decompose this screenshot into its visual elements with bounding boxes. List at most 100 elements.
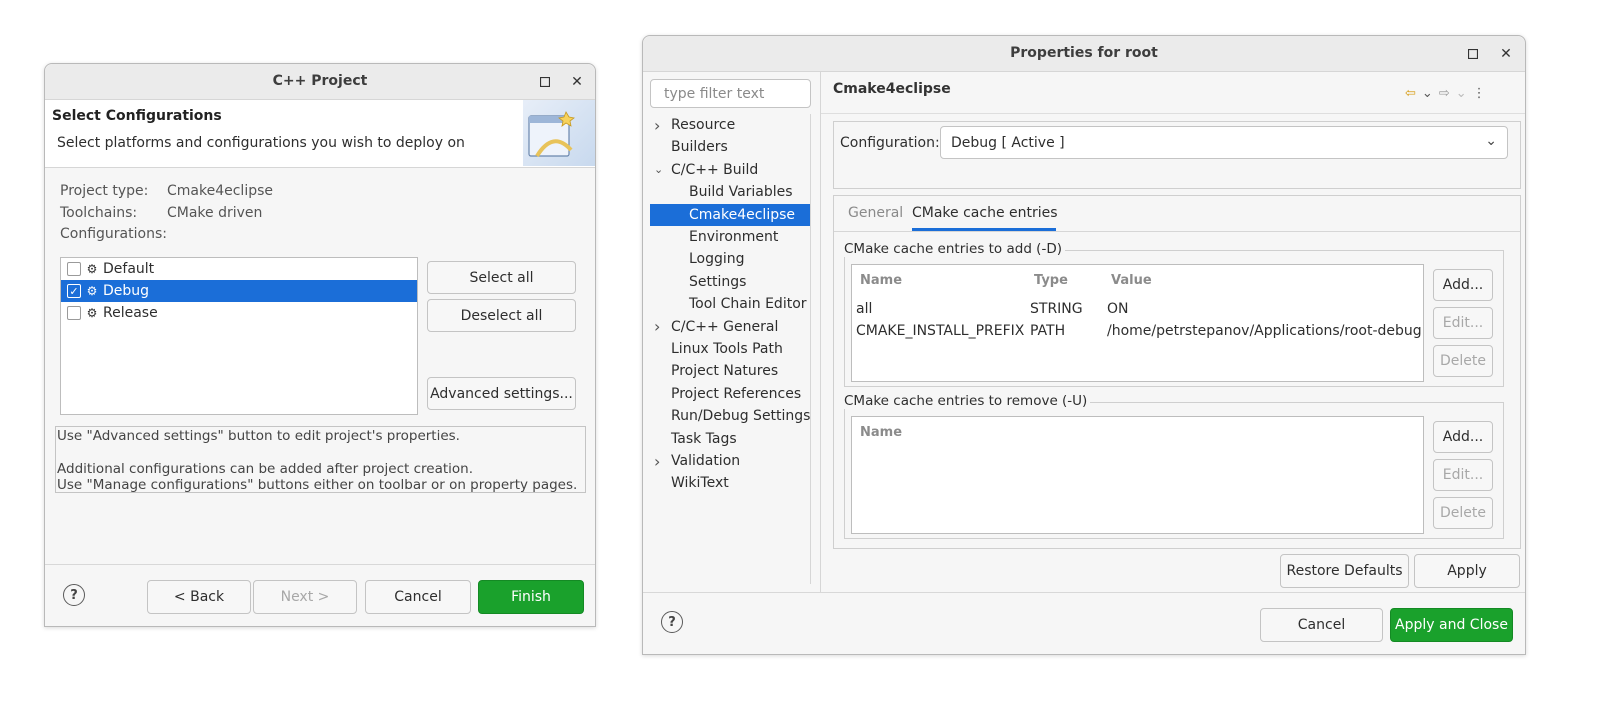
- edit-entry-button[interactable]: Edit...: [1433, 307, 1493, 339]
- gear-icon: ⚙: [86, 284, 98, 298]
- tree-item[interactable]: › Validation: [650, 450, 810, 472]
- checkbox-checked[interactable]: ✓: [67, 284, 81, 298]
- config-row-default[interactable]: ⚙ Default: [61, 258, 417, 280]
- table-row[interactable]: CMAKE_INSTALL_PREFIX PATH /home/petrstep…: [852, 321, 1423, 343]
- cache-add-group: CMake cache entries to add (-D) Name Typ…: [844, 241, 1504, 387]
- chevron-down-icon[interactable]: ⌄: [654, 163, 663, 176]
- edit-remove-entry-button[interactable]: Edit...: [1433, 459, 1493, 491]
- info-box: Use "Advanced settings" button to edit p…: [55, 426, 586, 493]
- delete-remove-entry-button[interactable]: Delete: [1433, 497, 1493, 529]
- tree-item-label: WikiText: [671, 475, 729, 492]
- tab-bar: General CMake cache entries: [834, 196, 1520, 232]
- config-label: Debug: [103, 283, 150, 299]
- advanced-settings-button[interactable]: Advanced settings...: [427, 377, 576, 410]
- finish-button[interactable]: Finish: [478, 580, 584, 614]
- configuration-value: Debug [ Active ]: [951, 135, 1065, 151]
- chevron-right-icon[interactable]: ›: [654, 317, 660, 336]
- chevron-right-icon[interactable]: ›: [654, 452, 660, 471]
- tree-item[interactable]: Environment: [650, 226, 810, 248]
- back-button[interactable]: < Back: [147, 580, 251, 614]
- tab-general[interactable]: General: [848, 205, 903, 221]
- restore-defaults-button[interactable]: Restore Defaults: [1280, 554, 1409, 588]
- tree-item[interactable]: Cmake4eclipse: [650, 203, 810, 226]
- delete-entry-button[interactable]: Delete: [1433, 345, 1493, 377]
- chevron-right-icon[interactable]: ›: [654, 116, 660, 135]
- column-type: Type: [1034, 273, 1068, 288]
- cache-add-group-label: CMake cache entries to add (-D): [844, 241, 1065, 257]
- tree-item[interactable]: Tool Chain Editor: [650, 293, 810, 315]
- tree-item-label: Run/Debug Settings: [671, 408, 811, 425]
- toolchains-value: CMake driven: [167, 205, 263, 221]
- cancel-button[interactable]: Cancel: [365, 580, 471, 614]
- cell-name: all: [856, 301, 873, 317]
- cache-remove-table[interactable]: Name: [851, 416, 1424, 534]
- tree-item[interactable]: ⌄ C/C++ Build: [650, 159, 810, 181]
- close-icon[interactable]: ✕: [1496, 44, 1516, 64]
- wizard-subheading: Select platforms and configurations you …: [57, 135, 465, 151]
- tree-item[interactable]: WikiText: [650, 472, 810, 494]
- tree-item-label: Builders: [671, 139, 728, 156]
- table-row[interactable]: all STRING ON: [852, 299, 1423, 321]
- cell-type: PATH: [1030, 323, 1066, 339]
- tree-item-label: Validation: [671, 453, 741, 469]
- info-line-3: Use "Manage configurations" buttons eith…: [57, 477, 578, 493]
- page-toolbar: ⇦ ⌄ ⇨ ⌄ ⋮: [1405, 84, 1515, 102]
- tree-item-label: Project References: [671, 385, 802, 402]
- tree-item[interactable]: Task Tags: [650, 428, 810, 450]
- config-row-release[interactable]: ⚙ Release: [61, 302, 417, 324]
- tree-item[interactable]: Logging: [650, 248, 810, 270]
- help-icon[interactable]: ?: [63, 584, 85, 606]
- tree-item[interactable]: › C/C++ General: [650, 316, 810, 338]
- tree-item[interactable]: Run/Debug Settings: [650, 405, 810, 427]
- deselect-all-button[interactable]: Deselect all: [427, 299, 576, 332]
- maximize-icon[interactable]: [1463, 44, 1483, 64]
- filter-input[interactable]: type filter text: [650, 79, 811, 108]
- tree-item[interactable]: Linux Tools Path: [650, 338, 810, 360]
- properties-titlebar[interactable]: Properties for root ✕: [643, 36, 1525, 72]
- config-row-debug[interactable]: ✓ ⚙ Debug: [61, 280, 417, 302]
- tab-cmake-cache-entries[interactable]: CMake cache entries: [912, 196, 1058, 231]
- apply-button[interactable]: Apply: [1414, 554, 1520, 588]
- more-menu-icon[interactable]: ⋮: [1473, 86, 1486, 101]
- checkbox[interactable]: [67, 306, 81, 320]
- add-remove-entry-button[interactable]: Add...: [1433, 421, 1493, 453]
- config-label: Release: [103, 305, 158, 321]
- tree-item[interactable]: Project References: [650, 383, 810, 405]
- back-arrow-icon[interactable]: ⇦: [1405, 86, 1416, 101]
- tree-item[interactable]: Settings: [650, 271, 810, 293]
- tree-item-label: C/C++ Build: [671, 161, 759, 178]
- column-name: Name: [860, 273, 903, 288]
- chevron-down-icon[interactable]: ⌄: [1456, 86, 1467, 101]
- help-icon[interactable]: ?: [661, 611, 683, 633]
- chevron-down-icon[interactable]: ⌄: [1422, 86, 1433, 101]
- tree-item[interactable]: Project Natures: [650, 360, 810, 382]
- add-entry-button[interactable]: Add...: [1433, 269, 1493, 301]
- wizard-titlebar[interactable]: C++ Project ✕: [45, 64, 595, 100]
- tree-item-label: Cmake4eclipse: [689, 206, 796, 223]
- tree-item[interactable]: Builders: [650, 136, 810, 158]
- gear-icon: ⚙: [86, 306, 98, 320]
- apply-and-close-button[interactable]: Apply and Close: [1390, 608, 1513, 642]
- maximize-icon[interactable]: [535, 72, 555, 92]
- tree-list: › Resource Builders ⌄ C/C++ Build Build Varia…: [650, 114, 811, 584]
- configurations-list[interactable]: ⚙ Default ✓ ⚙ Debug ⚙ Release: [60, 257, 418, 415]
- tree-item-label: Task Tags: [671, 430, 737, 447]
- checkbox[interactable]: [67, 262, 81, 276]
- cache-add-table[interactable]: Name Type Value all STRING ON CMAKE_INST…: [851, 264, 1424, 382]
- chevron-down-icon: ⌄: [1485, 133, 1497, 149]
- properties-footer: ? Cancel Apply and Close: [643, 592, 1525, 654]
- tree-item[interactable]: › Resource: [650, 114, 810, 136]
- select-all-button[interactable]: Select all: [427, 261, 576, 294]
- properties-title: Properties for root: [1010, 45, 1158, 61]
- properties-window: Properties for root ✕ type filter text ›…: [642, 35, 1526, 655]
- cpp-project-window: C++ Project ✕ Select Configurations Sele…: [44, 63, 596, 627]
- cancel-button[interactable]: Cancel: [1260, 608, 1383, 642]
- tree-item-label: Project Natures: [671, 363, 779, 380]
- toolchains-label: Toolchains:: [60, 205, 138, 221]
- next-button[interactable]: Next >: [253, 580, 357, 614]
- close-icon[interactable]: ✕: [567, 72, 587, 92]
- forward-arrow-icon[interactable]: ⇨: [1439, 86, 1450, 101]
- tree-item[interactable]: Build Variables: [650, 181, 810, 203]
- configuration-dropdown[interactable]: Debug [ Active ] ⌄: [940, 126, 1508, 159]
- tree-item-label: Tool Chain Editor: [689, 296, 807, 313]
